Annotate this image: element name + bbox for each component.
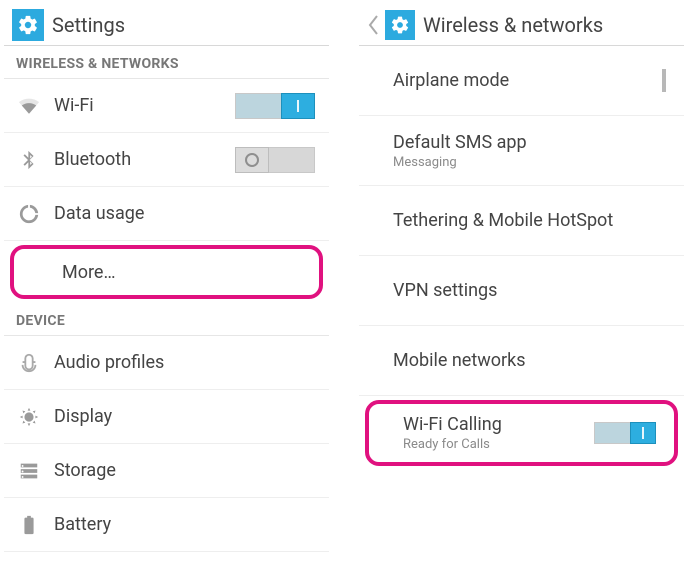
data-usage-icon (18, 203, 40, 225)
row-vpn[interactable]: VPN settings (359, 256, 684, 326)
audio-profiles-icon (18, 352, 40, 374)
highlight-wifi-calling: Wi-Fi Calling Ready for Calls (365, 400, 678, 466)
row-tethering[interactable]: Tethering & Mobile HotSpot (359, 186, 684, 256)
wificall-label: Wi-Fi Calling (403, 414, 580, 435)
wifi-label: Wi-Fi (54, 95, 221, 116)
section-wireless: WIRELESS & NETWORKS (4, 46, 329, 79)
airplane-checkbox[interactable] (662, 69, 666, 92)
row-storage[interactable]: Storage (4, 444, 329, 498)
sms-sub: Messaging (393, 155, 666, 170)
row-wifi[interactable]: Wi-Fi (4, 79, 329, 133)
battery-label: Battery (54, 514, 315, 535)
display-label: Display (54, 406, 315, 427)
row-data-usage[interactable]: Data usage (4, 187, 329, 241)
row-airplane-mode[interactable]: Airplane mode (359, 46, 684, 116)
storage-icon (18, 460, 40, 482)
row-bluetooth[interactable]: Bluetooth (4, 133, 329, 187)
audio-profiles-label: Audio profiles (54, 352, 315, 373)
wireless-title: Wireless & networks (423, 13, 676, 37)
row-wifi-calling[interactable]: Wi-Fi Calling Ready for Calls (369, 404, 674, 462)
wifi-icon (18, 95, 40, 117)
wificall-toggle[interactable] (594, 422, 656, 444)
settings-header: Settings (4, 4, 329, 46)
row-more[interactable]: More… (14, 249, 319, 295)
more-label: More… (28, 262, 305, 283)
bluetooth-icon (18, 149, 40, 171)
row-mobile-networks[interactable]: Mobile networks (359, 326, 684, 396)
display-icon (18, 406, 40, 428)
gear-icon (12, 9, 44, 41)
bluetooth-label: Bluetooth (54, 149, 221, 170)
settings-title: Settings (52, 13, 321, 37)
row-audio-profiles[interactable]: Audio profiles (4, 336, 329, 390)
wifi-toggle[interactable] (235, 93, 315, 119)
wireless-screen: Wireless & networks Airplane mode Defaul… (359, 4, 684, 572)
battery-icon (18, 514, 40, 536)
wireless-header: Wireless & networks (359, 4, 684, 46)
sms-label: Default SMS app (393, 132, 666, 153)
storage-label: Storage (54, 460, 315, 481)
wificall-sub: Ready for Calls (403, 437, 580, 452)
data-usage-label: Data usage (54, 203, 315, 224)
row-default-sms[interactable]: Default SMS app Messaging (359, 116, 684, 186)
row-battery[interactable]: Battery (4, 498, 329, 552)
highlight-more: More… (10, 245, 323, 299)
settings-screen: Settings WIRELESS & NETWORKS Wi-Fi Bluet… (4, 4, 329, 572)
tether-label: Tethering & Mobile HotSpot (393, 210, 666, 231)
section-device: DEVICE (4, 303, 329, 336)
gear-icon (385, 10, 415, 40)
mobile-label: Mobile networks (393, 350, 666, 371)
back-icon[interactable] (367, 4, 381, 45)
vpn-label: VPN settings (393, 280, 666, 301)
row-display[interactable]: Display (4, 390, 329, 444)
bluetooth-toggle[interactable] (235, 147, 315, 173)
airplane-label: Airplane mode (393, 70, 648, 91)
